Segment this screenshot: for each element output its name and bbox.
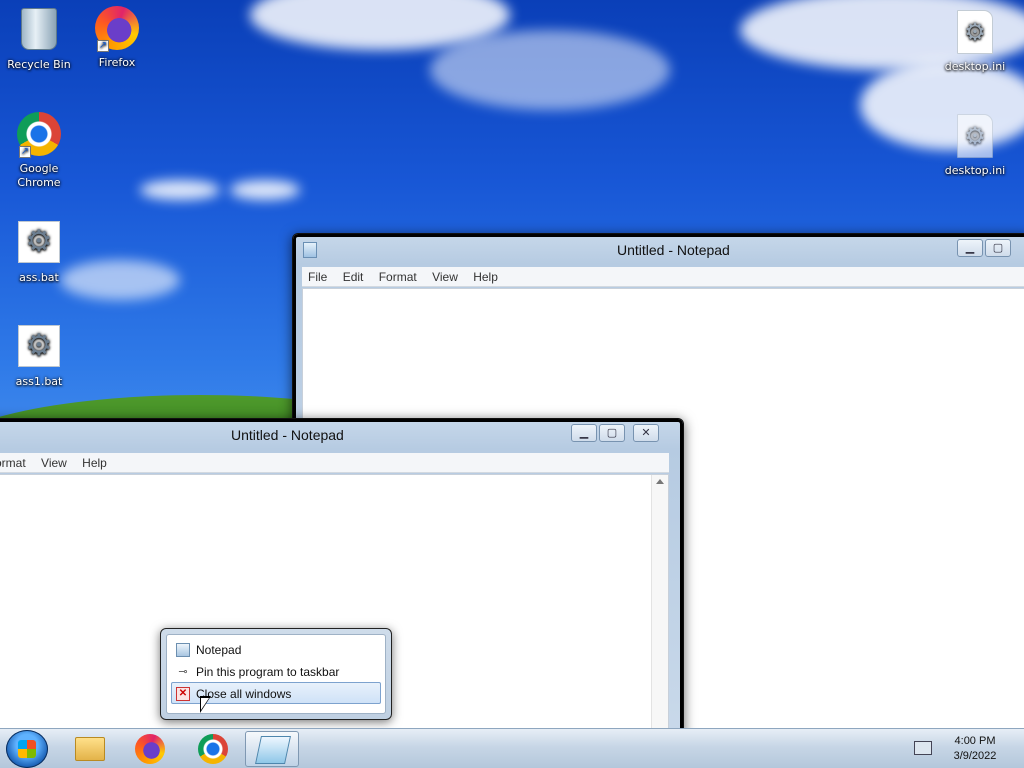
taskbar-jump-list: Notepad ⊸ Pin this program to taskbar ✕ … (160, 628, 392, 720)
menu-help[interactable]: Help (76, 453, 113, 473)
settings-file-icon: ⚙ (951, 10, 999, 58)
desktop-icon-desktop-ini[interactable]: ⚙ desktop.ini (936, 112, 1014, 178)
mouse-cursor (200, 696, 211, 713)
notepad-icon (303, 242, 317, 258)
maximize-button[interactable]: ▢ (599, 424, 625, 442)
notepad-icon (176, 643, 190, 657)
menu-edit[interactable]: Edit (337, 267, 370, 287)
taskbar-file-explorer[interactable] (62, 731, 116, 767)
clock-date: 3/9/2022 (953, 750, 997, 762)
menu-format[interactable]: ormat (0, 453, 32, 473)
cloud (140, 180, 220, 200)
desktop-icon-label: desktop.ini (944, 60, 1006, 73)
firefox-icon: ↗ (93, 6, 141, 54)
title-bar[interactable]: Untitled - Notepad ▁ ▢ (293, 234, 1024, 264)
chrome-icon (198, 734, 228, 764)
desktop-icon-label: desktop.ini (944, 164, 1006, 177)
menu-bar: File Edit Format View Help (302, 267, 1024, 287)
batch-file-icon: ⚙ (15, 325, 63, 373)
recycle-bin-icon (15, 8, 63, 56)
desktop-icon-label: ass1.bat (15, 375, 63, 388)
desktop-icon-label: Firefox (98, 56, 136, 69)
window-title: Untitled - Notepad (617, 242, 730, 258)
folder-icon (75, 737, 105, 761)
desktop-icon-chrome[interactable]: ↗ Google Chrome (0, 110, 78, 190)
taskbar-notepad[interactable] (245, 731, 299, 767)
window-title: Untitled - Notepad (231, 427, 344, 443)
cloud (230, 180, 300, 200)
taskbar-firefox[interactable] (124, 731, 178, 767)
menu-file[interactable]: File (302, 267, 333, 287)
desktop-icon-firefox[interactable]: ↗ Firefox (78, 4, 156, 70)
system-clock[interactable]: 4:00 PM 3/9/2022 (936, 734, 1014, 764)
desktop-icon-recycle-bin[interactable]: Recycle Bin (0, 4, 78, 72)
close-icon: ✕ (176, 687, 190, 701)
jump-list-item-notepad[interactable]: Notepad (171, 638, 381, 660)
menu-bar: ormat View Help (0, 453, 669, 473)
cloud (60, 260, 180, 300)
menu-view[interactable]: View (426, 267, 464, 287)
minimize-button[interactable]: ▁ (957, 239, 983, 257)
pin-icon: ⊸ (178, 666, 188, 678)
jump-list-label: Pin this program to taskbar (196, 665, 340, 679)
title-bar[interactable]: Untitled - Notepad ▁ ▢ ✕ (0, 419, 683, 449)
cloud (430, 30, 670, 110)
menu-format[interactable]: Format (373, 267, 423, 287)
menu-help[interactable]: Help (467, 267, 504, 287)
notepad-icon (255, 736, 291, 764)
desktop-icon-ass1-bat[interactable]: ⚙ ass1.bat (0, 322, 78, 389)
chrome-icon: ↗ (15, 112, 63, 160)
desktop-icon-ass-bat[interactable]: ⚙ ass.bat (0, 218, 78, 285)
settings-file-icon: ⚙ (951, 114, 999, 162)
desktop-icon-label: Google Chrome (17, 162, 61, 189)
taskbar-chrome[interactable] (186, 731, 240, 767)
menu-view[interactable]: View (35, 453, 73, 473)
desktop-icon-desktop-ini[interactable]: ⚙ desktop.ini (936, 8, 1014, 74)
start-button[interactable] (6, 730, 48, 768)
jump-list-label: Notepad (196, 643, 242, 657)
scroll-up-arrow-icon[interactable] (656, 479, 664, 484)
taskbar: 4:00 PM 3/9/2022 (0, 728, 1024, 768)
batch-file-icon: ⚙ (15, 221, 63, 269)
desktop-icon-label: Recycle Bin (7, 58, 71, 71)
desktop-icon-label: ass.bat (19, 271, 59, 284)
jump-list-item-pin[interactable]: ⊸ Pin this program to taskbar (171, 660, 381, 682)
network-icon[interactable] (914, 741, 932, 755)
close-button[interactable]: ✕ (633, 424, 659, 442)
minimize-button[interactable]: ▁ (571, 424, 597, 442)
clock-time: 4:00 PM (954, 735, 996, 747)
firefox-icon (135, 734, 165, 764)
maximize-button[interactable]: ▢ (985, 239, 1011, 257)
vertical-scrollbar[interactable] (651, 475, 668, 738)
